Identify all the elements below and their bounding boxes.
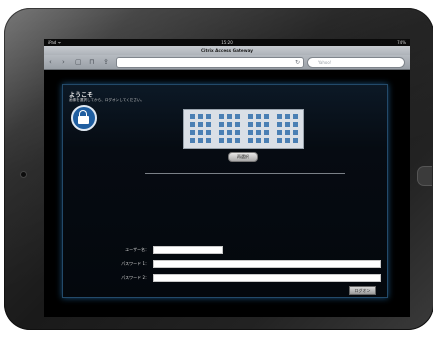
image-tile[interactable] xyxy=(285,114,290,119)
image-block xyxy=(275,113,301,145)
image-tile[interactable] xyxy=(248,138,253,143)
image-tile[interactable] xyxy=(256,138,261,143)
image-tile[interactable] xyxy=(264,130,269,135)
browser-toolbar: ‹ › ▢ ⊓ ⇪ ↻ Yahoo! xyxy=(44,55,410,70)
image-tile[interactable] xyxy=(235,122,240,127)
image-tile[interactable] xyxy=(219,122,224,127)
image-tile[interactable] xyxy=(285,122,290,127)
instruction-text: 画像を選択してから、ログオンしてください。 xyxy=(69,98,145,102)
search-input[interactable]: Yahoo! xyxy=(307,57,405,68)
back-icon[interactable]: ‹ xyxy=(49,57,52,67)
battery-indicator: 74% xyxy=(397,40,406,45)
image-tile[interactable] xyxy=(198,138,203,143)
status-bar: iPad ᯤ 15:20 74% xyxy=(44,39,410,46)
image-tile[interactable] xyxy=(206,130,211,135)
password2-field[interactable] xyxy=(153,274,381,282)
image-tile[interactable] xyxy=(190,130,195,135)
image-tile[interactable] xyxy=(198,114,203,119)
window-title: Citrix Access Gateway xyxy=(44,46,410,55)
image-block xyxy=(246,113,272,145)
image-tile[interactable] xyxy=(277,122,282,127)
image-tile[interactable] xyxy=(285,130,290,135)
image-tile[interactable] xyxy=(248,114,253,119)
image-tile[interactable] xyxy=(219,114,224,119)
bookmarks-icon[interactable]: ⊓ xyxy=(89,57,94,67)
image-tile[interactable] xyxy=(198,122,203,127)
image-tile[interactable] xyxy=(264,122,269,127)
lock-icon xyxy=(71,105,97,131)
image-tile[interactable] xyxy=(248,130,253,135)
image-tile[interactable] xyxy=(235,114,240,119)
image-tile[interactable] xyxy=(256,114,261,119)
image-tile[interactable] xyxy=(248,122,253,127)
image-block xyxy=(217,113,243,145)
image-tile[interactable] xyxy=(227,114,232,119)
image-tile[interactable] xyxy=(264,138,269,143)
image-tile[interactable] xyxy=(198,130,203,135)
image-tile[interactable] xyxy=(277,138,282,143)
image-tile[interactable] xyxy=(190,138,195,143)
username-field[interactable] xyxy=(153,246,223,254)
reload-icon[interactable]: ↻ xyxy=(295,58,300,67)
camera-icon xyxy=(20,171,27,178)
image-tile[interactable] xyxy=(256,122,261,127)
divider xyxy=(145,173,345,174)
login-panel: ようこそ 画像を選択してから、ログオンしてください。 再選択 ユーザー名： パス… xyxy=(62,84,388,298)
search-placeholder-text: Yahoo! xyxy=(318,60,332,65)
image-grid xyxy=(183,109,304,149)
home-button[interactable] xyxy=(417,166,432,186)
username-label: ユーザー名： xyxy=(125,247,149,252)
password2-label: パスワード 2： xyxy=(121,275,149,280)
image-tile[interactable] xyxy=(264,114,269,119)
image-tile[interactable] xyxy=(293,122,298,127)
image-tile[interactable] xyxy=(293,130,298,135)
image-tile[interactable] xyxy=(235,138,240,143)
tabs-icon[interactable]: ▢ xyxy=(75,57,82,67)
ipad-screen: iPad ᯤ 15:20 74% Citrix Access Gateway ‹… xyxy=(44,39,410,317)
image-tile[interactable] xyxy=(256,130,261,135)
reselect-button[interactable]: 再選択 xyxy=(228,152,258,162)
image-tile[interactable] xyxy=(190,122,195,127)
login-button[interactable]: ログオン xyxy=(349,286,376,295)
image-tile[interactable] xyxy=(206,138,211,143)
password1-field[interactable] xyxy=(153,260,381,268)
image-tile[interactable] xyxy=(293,114,298,119)
image-tile[interactable] xyxy=(190,114,195,119)
image-tile[interactable] xyxy=(219,130,224,135)
web-content: ようこそ 画像を選択してから、ログオンしてください。 再選択 ユーザー名： パス… xyxy=(44,70,410,317)
image-tile[interactable] xyxy=(277,130,282,135)
image-tile[interactable] xyxy=(219,138,224,143)
image-block xyxy=(188,113,214,145)
image-tile[interactable] xyxy=(227,138,232,143)
url-field[interactable]: ↻ xyxy=(116,57,304,68)
image-tile[interactable] xyxy=(285,138,290,143)
image-tile[interactable] xyxy=(227,122,232,127)
image-tile[interactable] xyxy=(277,114,282,119)
image-tile[interactable] xyxy=(206,122,211,127)
share-icon[interactable]: ⇪ xyxy=(103,57,109,67)
image-tile[interactable] xyxy=(235,130,240,135)
image-tile[interactable] xyxy=(206,114,211,119)
password1-label: パスワード 1： xyxy=(121,261,149,266)
image-tile[interactable] xyxy=(227,130,232,135)
image-tile[interactable] xyxy=(293,138,298,143)
clock: 15:20 xyxy=(221,40,233,45)
forward-icon[interactable]: › xyxy=(62,57,65,67)
